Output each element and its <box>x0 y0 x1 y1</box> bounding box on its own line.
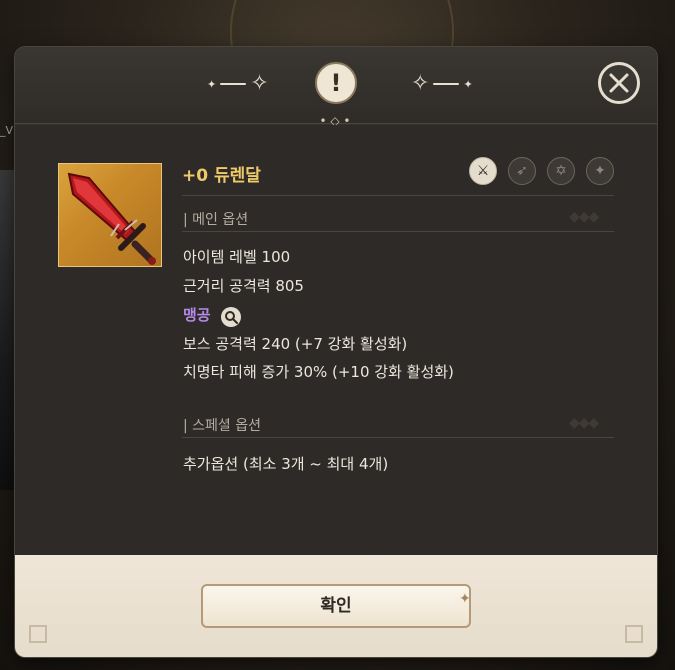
search-button[interactable] <box>221 307 241 327</box>
sword-icon <box>67 172 156 265</box>
item-name: +0 듀렌달 <box>182 166 261 186</box>
crit-damage: 치명타 피해 증가 30% (+10 강화 활성화) <box>183 363 454 381</box>
bow-icon[interactable]: ➶ <box>508 157 536 185</box>
section-ornament: ◆◆◆ <box>569 415 599 431</box>
divider <box>182 195 614 196</box>
crossed-swords-icon[interactable]: ⚔ <box>469 157 497 185</box>
close-button[interactable] <box>598 62 640 104</box>
button-ornament: ✦ <box>459 591 471 607</box>
hexagram-icon[interactable]: ✡ <box>547 157 575 185</box>
special-trait: 맹공 <box>183 306 211 324</box>
extra-option: 추가옵션 (최소 3개 ~ 최대 4개) <box>183 455 389 473</box>
divider <box>182 231 614 232</box>
footer-corner-ornament <box>29 625 47 643</box>
header-left-ornament: ✦ ✧ <box>207 71 269 96</box>
background-text: _V <box>0 124 14 137</box>
compass-star-icon[interactable]: ✦ <box>586 157 614 185</box>
confirm-button[interactable]: 확인 <box>201 584 471 628</box>
item-info-dialog: ✦ ✧ ! ✧ ✦ • ◇ • +0 듀렌달 ⚔ ➶ ✡ ✦ | 메인 옵션 ◆… <box>15 47 657 657</box>
section-ornament: ◆◆◆ <box>569 209 599 225</box>
melee-attack: 근거리 공격력 805 <box>183 277 304 295</box>
dialog-header: ✦ ✧ ! ✧ ✦ • ◇ • <box>15 47 657 128</box>
divider <box>182 437 614 438</box>
item-icon <box>58 163 162 267</box>
exclamation-icon: ! <box>315 62 357 104</box>
header-right-ornament: ✧ ✦ <box>411 71 473 96</box>
item-details: +0 듀렌달 ⚔ ➶ ✡ ✦ | 메인 옵션 ◆◆◆ 아이템 레벨 100 근거… <box>15 125 657 555</box>
main-options-title: | 메인 옵션 <box>183 212 249 228</box>
dialog-footer: ✦ 확인 ✦ <box>15 555 657 657</box>
footer-corner-ornament <box>625 625 643 643</box>
class-icons: ⚔ ➶ ✡ ✦ <box>469 157 614 185</box>
boss-attack: 보스 공격력 240 (+7 강화 활성화) <box>183 335 408 353</box>
search-icon <box>225 311 238 324</box>
close-icon <box>609 73 629 93</box>
special-options-title: | 스페셜 옵션 <box>183 418 262 434</box>
item-level: 아이템 레벨 100 <box>183 248 291 266</box>
